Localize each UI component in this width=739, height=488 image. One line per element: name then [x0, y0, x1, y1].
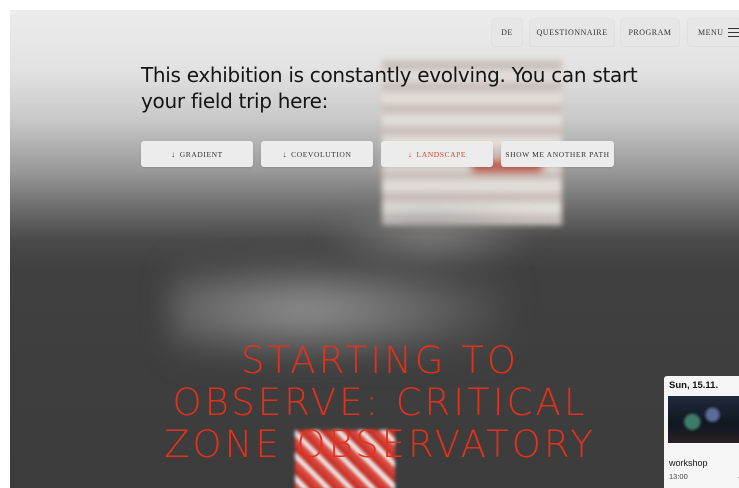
- path-button-coevolution[interactable]: ↓ COEVOLUTION: [261, 141, 373, 167]
- show-another-path-button[interactable]: SHOW ME ANOTHER PATH: [501, 141, 614, 167]
- exhibition-title[interactable]: STARTING TO OBSERVE: CRITICAL ZONE OBSER…: [160, 340, 600, 466]
- program-button[interactable]: PROGRAM: [621, 19, 679, 46]
- path-label: LANDSCAPE: [416, 149, 467, 159]
- hamburger-icon: [727, 28, 739, 37]
- arrow-down-icon: ↓: [282, 149, 288, 159]
- path-label: COEVOLUTION: [291, 149, 352, 159]
- questionnaire-button[interactable]: QUESTIONNAIRE: [530, 19, 614, 46]
- arrow-down-icon: ↓: [407, 149, 413, 159]
- language-button[interactable]: DE: [492, 19, 522, 46]
- menu-button[interactable]: MENU: [688, 19, 739, 46]
- arrow-down-icon: ↓: [171, 149, 176, 159]
- event-card[interactable]: Sun, 15.11. workshop 13:00 →: [664, 376, 739, 488]
- path-label: GRADIENT: [179, 149, 223, 159]
- event-date: Sun, 15.11.: [669, 380, 719, 391]
- page-viewport: DE QUESTIONNAIRE PROGRAM MENU This exhib…: [10, 10, 739, 488]
- event-thumbnail: [668, 396, 739, 443]
- menu-label: MENU: [698, 28, 724, 37]
- path-button-gradient[interactable]: ↓ GRADIENT: [141, 141, 253, 167]
- event-type: workshop: [669, 458, 708, 468]
- path-label: SHOW ME ANOTHER PATH: [505, 149, 610, 159]
- path-button-landscape[interactable]: ↓ LANDSCAPE: [381, 141, 493, 167]
- intro-text: This exhibition is constantly evolving. …: [141, 63, 638, 113]
- event-time: 13:00: [669, 472, 688, 481]
